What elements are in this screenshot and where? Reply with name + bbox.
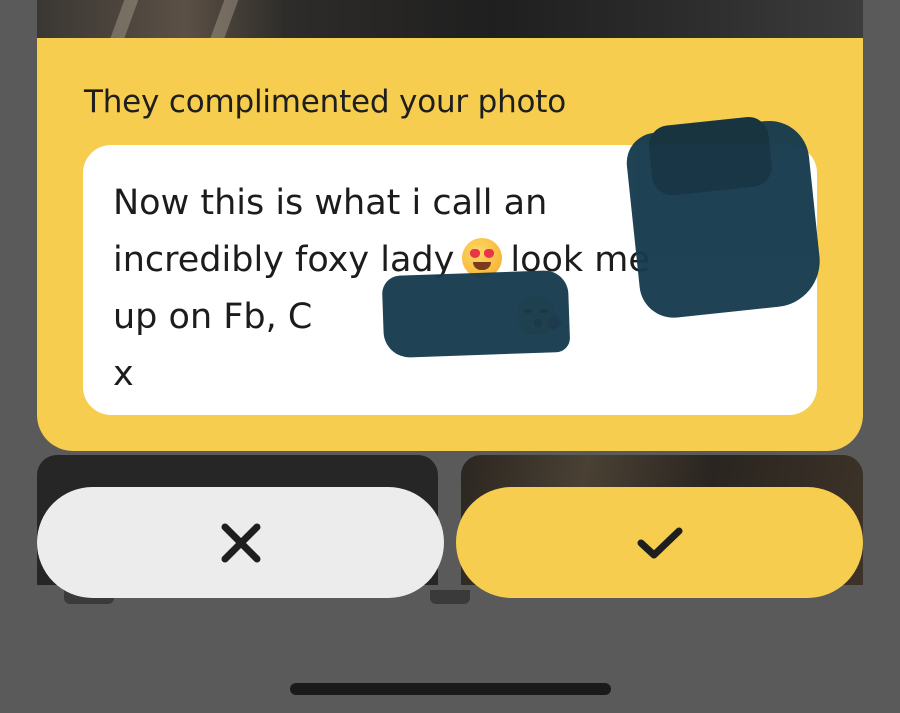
redacted-avatar (623, 116, 825, 322)
decline-button[interactable] (37, 487, 444, 598)
photo-detail (209, 0, 239, 40)
close-icon (219, 521, 263, 565)
message-text-part-3: x (113, 354, 134, 394)
home-indicator[interactable] (290, 683, 611, 695)
accept-button[interactable] (456, 487, 863, 598)
background-detail (430, 590, 470, 604)
photo-detail (109, 0, 139, 40)
card-title: They complimented your photo (84, 84, 567, 120)
redaction-scribble (381, 269, 571, 359)
background-photo-top (37, 0, 863, 40)
check-icon (635, 523, 685, 563)
